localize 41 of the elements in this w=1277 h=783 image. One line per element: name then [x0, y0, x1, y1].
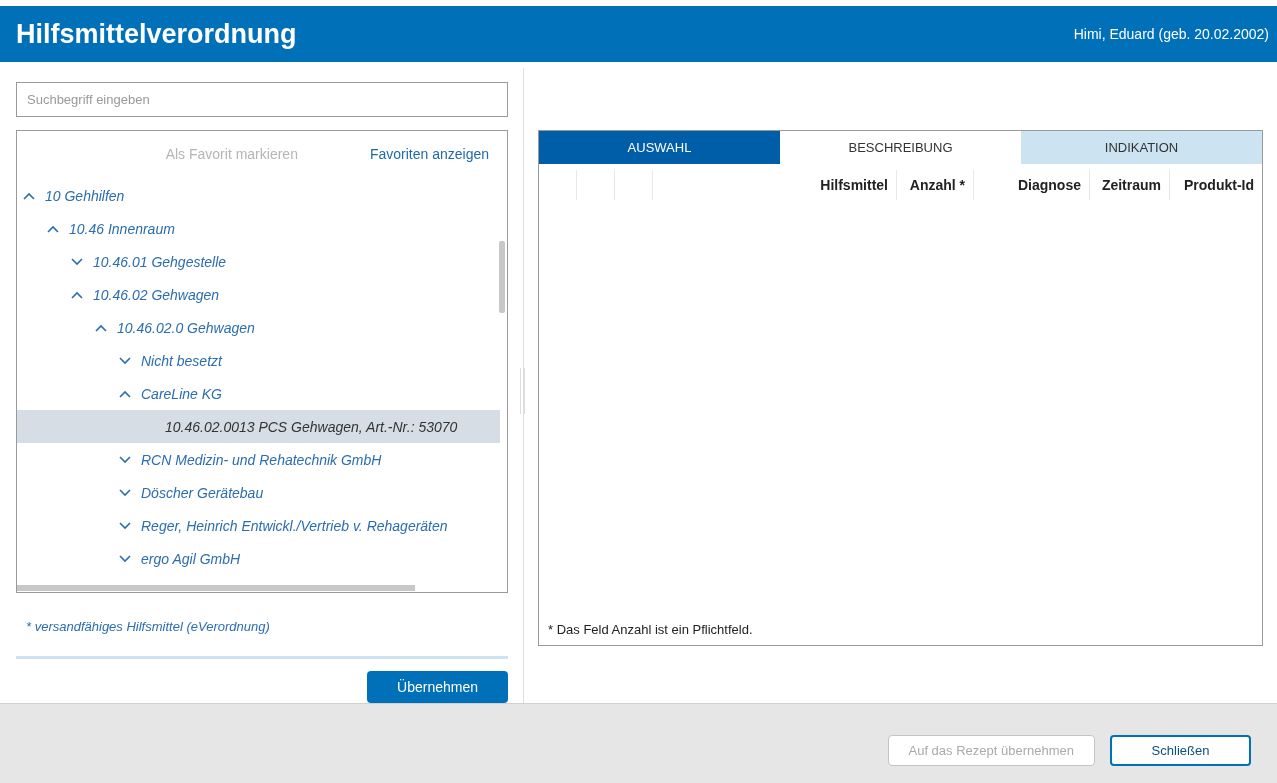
- window-title: Hilfsmittelverordnung: [16, 18, 297, 50]
- tree-item[interactable]: Nicht besetzt: [17, 344, 500, 377]
- tree-item[interactable]: ergo Agil GmbH: [17, 542, 500, 575]
- tree-item[interactable]: CareLine KG: [17, 377, 500, 410]
- chevron-down-icon[interactable]: [71, 257, 83, 266]
- patient-name: Himi, Eduard (geb. 20.02.2002): [1073, 26, 1269, 42]
- column-header[interactable]: Produkt-Id: [1169, 170, 1262, 200]
- chevron-down-icon[interactable]: [119, 455, 131, 464]
- chevron-up-icon[interactable]: [47, 224, 59, 233]
- chevron-up-icon[interactable]: [119, 389, 131, 398]
- tree-item[interactable]: 10.46.02.0013 PCS Gehwagen, Art.-Nr.: 53070: [17, 410, 500, 443]
- required-field-note: * Das Feld Anzahl ist ein Pflichtfeld.: [547, 622, 754, 639]
- splitter-handle[interactable]: [520, 368, 525, 414]
- chevron-down-icon[interactable]: [119, 521, 131, 530]
- tab[interactable]: AUSWAHL: [539, 131, 780, 164]
- tree-item[interactable]: 10.46 Innenraum: [17, 212, 500, 245]
- column-header[interactable]: Zeitraum: [1089, 170, 1169, 200]
- tree-item[interactable]: RCN Medizin- und Rehatechnik GmbH: [17, 443, 500, 476]
- apply-button[interactable]: Übernehmen: [367, 671, 508, 703]
- search-field[interactable]: Suchbegriff eingeben: [16, 82, 508, 117]
- vertical-scrollbar[interactable]: [499, 241, 505, 313]
- column-header[interactable]: Diagnose: [973, 170, 1089, 200]
- tree-item[interactable]: 10.46.02.0 Gehwagen: [17, 311, 500, 344]
- tree-item[interactable]: 10.46.01 Gehgestelle: [17, 245, 500, 278]
- chevron-up-icon[interactable]: [95, 323, 107, 332]
- column-header[interactable]: Anzahl *: [896, 170, 973, 200]
- column-header[interactable]: Hilfsmittel: [652, 170, 896, 200]
- close-button[interactable]: Schließen: [1110, 735, 1251, 766]
- chevron-down-icon[interactable]: [119, 554, 131, 563]
- tab[interactable]: INDIKATION: [1021, 131, 1262, 164]
- chevron-down-icon[interactable]: [119, 356, 131, 365]
- chevron-up-icon[interactable]: [71, 290, 83, 299]
- tree-item[interactable]: 10 Gehhilfen: [17, 179, 500, 212]
- chevron-down-icon[interactable]: [119, 488, 131, 497]
- tree-item[interactable]: 10.46.02 Gehwagen: [17, 278, 500, 311]
- show-favorites-link[interactable]: Favoriten anzeigen: [369, 146, 489, 162]
- tree-item[interactable]: Döscher Gerätebau: [17, 476, 500, 509]
- footnote: * versandfähiges Hilfsmittel (eVerordnung): [25, 619, 271, 634]
- chevron-up-icon[interactable]: [23, 191, 35, 200]
- tree-item[interactable]: Reger, Heinrich Entwickl./Vertrieb v. Rehageräten: [17, 509, 500, 542]
- horizontal-scrollbar[interactable]: [17, 585, 415, 591]
